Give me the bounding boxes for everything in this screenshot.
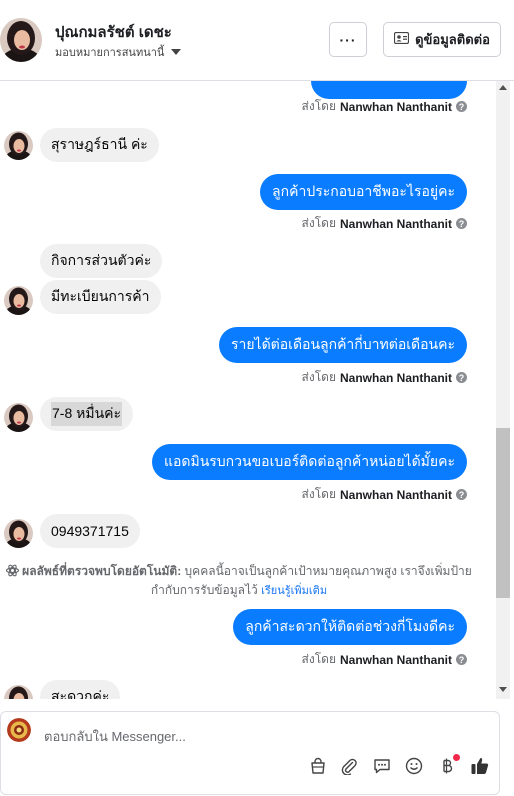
scroll-up-arrow-icon[interactable] (499, 85, 507, 90)
view-contact-info-button[interactable]: ดูข้อมูลติดต่อ (383, 22, 501, 57)
agent-name: Nanwhan Nanthanit (339, 487, 452, 502)
contact-name: ปุณกมลรัชต์ เดชะ (55, 24, 172, 41)
sent-by-prefix: ส่งโดย (301, 487, 336, 501)
baht-icon[interactable] (437, 754, 460, 776)
sent-by-line: ส่งโดย Nanwhan Nanthanit? (302, 214, 467, 233)
notification-dot (453, 754, 460, 761)
conversation-header: ปุณกมลรัชต์ เดชะ มอบหมายการสนทนานี้ ··· … (0, 0, 514, 81)
sent-by-line: ส่งโดย Nanwhan Nanthanit? (302, 368, 467, 387)
agent-name: Nanwhan Nanthanit (339, 99, 452, 114)
sent-by-prefix: ส่งโดย (301, 370, 336, 384)
sent-by-line: ส่งโดย Nanwhan Nanthanit? (302, 97, 467, 116)
assign-conversation-dropdown[interactable]: มอบหมายการสนทนานี้ (55, 43, 182, 61)
contact-card-icon (393, 31, 410, 47)
sent-by-prefix: ส่งโดย (301, 216, 336, 230)
bag-icon[interactable] (308, 756, 328, 776)
help-icon[interactable]: ? (456, 654, 467, 665)
scroll-down-arrow-icon[interactable] (499, 687, 507, 692)
message-thread[interactable]: ส่งโดย Nanwhan Nanthanit? สุราษฎร์ธานี ค่… (0, 81, 496, 699)
help-icon[interactable]: ? (456, 372, 467, 383)
outgoing-message-bubble: รายได้ต่อเดือนลูกค้ากี่บาทต่อเดือนคะ (218, 327, 467, 363)
thread-scrollbar[interactable] (496, 81, 510, 699)
contact-avatar-small (4, 131, 33, 160)
incoming-message-bubble: 0949371715 (40, 514, 140, 548)
more-options-button[interactable]: ··· (329, 22, 367, 57)
contact-avatar-small (4, 286, 33, 315)
highlighted-text: 7-8 หมื่นค่ะ (51, 402, 123, 426)
help-icon[interactable]: ? (456, 218, 467, 229)
sent-by-prefix: ส่งโดย (301, 99, 336, 113)
sent-by-line: ส่งโดย Nanwhan Nanthanit? (302, 485, 467, 504)
scrollbar-thumb[interactable] (496, 428, 510, 598)
learn-more-link[interactable]: เรียนรู้เพิ่มเติม (261, 585, 327, 597)
thumbs-up-icon[interactable] (470, 756, 490, 776)
sent-by-line: ส่งโดย Nanwhan Nanthanit? (302, 650, 467, 669)
help-icon[interactable]: ? (456, 101, 467, 112)
assign-label: มอบหมายการสนทนานี้ (55, 47, 165, 59)
saved-reply-icon[interactable] (372, 756, 392, 776)
outgoing-message-bubble: ลูกค้าประกอบอาชีพอะไรอยู่คะ (260, 174, 467, 210)
view-contact-info-label: ดูข้อมูลติดต่อ (415, 32, 490, 47)
incoming-message-bubble: กิจการส่วนตัวค่ะ (40, 244, 163, 278)
auto-detected-heading: ผลลัพธ์ที่ตรวจพบโดยอัตโนมัติ: (22, 564, 182, 578)
agent-name: Nanwhan Nanthanit (339, 216, 452, 231)
ai-detect-icon (6, 564, 20, 582)
page-avatar (7, 718, 31, 742)
incoming-message-bubble: สะดวกค่ะ (40, 680, 121, 699)
agent-name: Nanwhan Nanthanit (339, 652, 452, 667)
emoji-icon[interactable] (404, 756, 424, 776)
reply-composer: ตอบกลับใน Messenger... (0, 711, 500, 795)
contact-avatar-small (4, 519, 33, 548)
sent-by-prefix: ส่งโดย (301, 652, 336, 666)
contact-avatar-small (4, 403, 33, 432)
chevron-down-icon (171, 49, 182, 55)
contact-avatar[interactable] (0, 18, 42, 62)
reply-input[interactable]: ตอบกลับใน Messenger... (44, 726, 186, 747)
incoming-message-bubble: สุราษฎร์ธานี ค่ะ (40, 128, 159, 162)
incoming-message-bubble: มีทะเบียนการค้า (40, 280, 161, 314)
outgoing-message-bubble: ลูกค้าสะดวกให้ติดต่อช่วงกี่โมงดีคะ (233, 609, 467, 645)
incoming-message-bubble: 7-8 หมื่นค่ะ (40, 397, 134, 431)
agent-name: Nanwhan Nanthanit (339, 370, 452, 385)
contact-avatar-small (4, 685, 33, 699)
paperclip-icon[interactable] (339, 756, 359, 776)
auto-detected-note: ผลลัพธ์ที่ตรวจพบโดยอัตโนมัติ: บุคคลนี้อา… (4, 563, 474, 600)
outgoing-message-bubble: แอดมินรบกวนขอเบอร์ติดต่อลูกค้าหน่อยได้มั… (151, 444, 467, 480)
help-icon[interactable]: ? (456, 489, 467, 500)
